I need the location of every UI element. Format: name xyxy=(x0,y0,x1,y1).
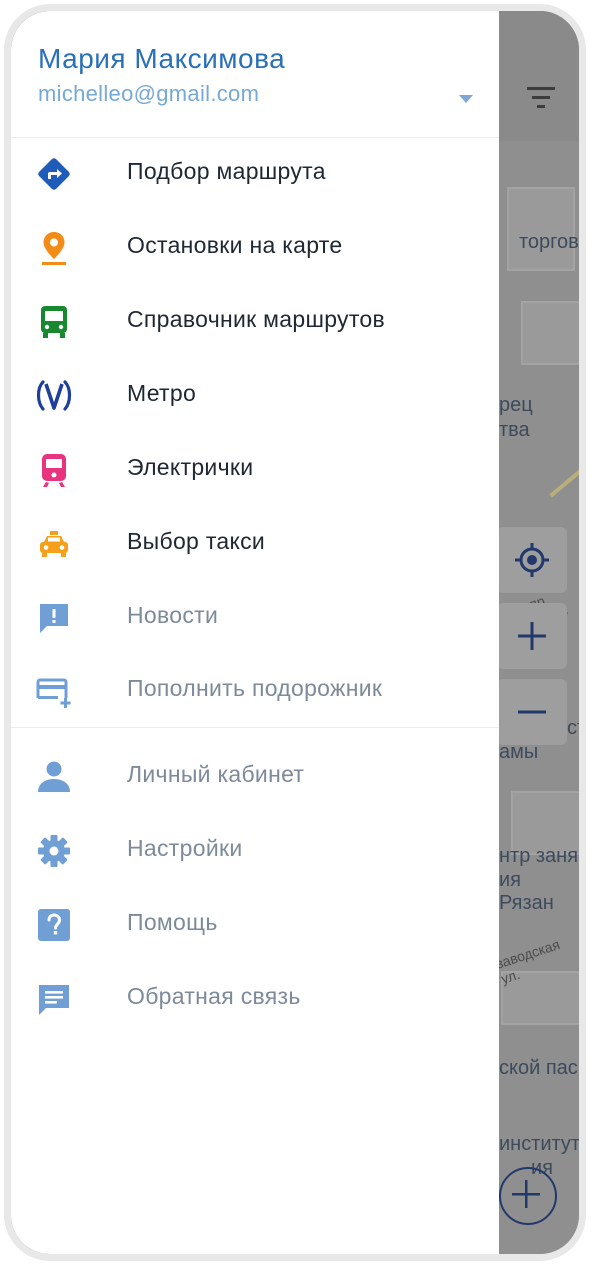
navigation-drawer: Мария Максимова michelleo@gmail.com Подб… xyxy=(11,11,499,1254)
plus-icon xyxy=(518,622,546,650)
map-label: тва xyxy=(499,419,530,441)
account-dropdown-icon[interactable] xyxy=(459,95,473,103)
menu-item-label: Настройки xyxy=(127,835,243,861)
minus-icon xyxy=(518,710,546,714)
map-label: нтр заня xyxy=(499,845,579,867)
menu-item-label: Остановки на карте xyxy=(127,232,343,258)
menu-item-stops-map[interactable]: Остановки на карте xyxy=(11,215,499,279)
menu-item-route-planner[interactable]: Подбор маршрута xyxy=(11,141,499,205)
user-email: michelleo@gmail.com xyxy=(38,81,260,106)
phone-frame: торгов рец тва ст амы нтр заня ия Рязан … xyxy=(0,0,598,1271)
plus-icon xyxy=(512,1180,540,1208)
menu-item-route-directory[interactable]: Справочник маршрутов xyxy=(11,289,499,353)
menu-item-settings[interactable]: Настройки xyxy=(11,818,499,882)
gear-icon xyxy=(35,832,73,870)
card-add-icon xyxy=(35,672,73,710)
target-icon xyxy=(515,543,549,577)
menu-item-trains[interactable]: Электрички xyxy=(11,437,499,501)
user-name: Мария Максимова xyxy=(38,43,286,74)
map-label: ия Рязан xyxy=(499,869,554,914)
menu-item-label: Выбор такси xyxy=(127,528,266,554)
menu-item-metro[interactable]: Метро xyxy=(11,363,499,427)
my-location-button[interactable] xyxy=(497,527,567,593)
menu-item-top-up-card[interactable]: Пополнить подорожник xyxy=(11,658,499,722)
menu-item-label: Помощь xyxy=(127,909,218,935)
taxi-icon xyxy=(35,525,73,563)
menu-item-label: Электрички xyxy=(127,454,254,480)
menu-item-news[interactable]: Новости xyxy=(11,585,499,649)
filter-icon[interactable] xyxy=(525,85,557,111)
bus-icon xyxy=(35,303,73,341)
menu-divider xyxy=(11,727,499,728)
menu-item-taxi[interactable]: Выбор такси xyxy=(11,511,499,575)
menu-item-label: Справочник маршрутов xyxy=(127,306,386,332)
zoom-in-button[interactable] xyxy=(497,603,567,669)
app-screen: торгов рец тва ст амы нтр заня ия Рязан … xyxy=(4,4,586,1261)
train-icon xyxy=(35,451,73,489)
menu-item-feedback[interactable]: Обратная связь xyxy=(11,966,499,1030)
menu-item-label: Личный кабинет xyxy=(127,761,305,787)
help-icon xyxy=(35,906,73,944)
menu-item-profile[interactable]: Личный кабинет xyxy=(11,744,499,808)
map-pin-icon xyxy=(35,229,73,267)
feedback-icon xyxy=(35,980,73,1018)
news-icon xyxy=(35,599,73,637)
map-label: ской пас xyxy=(499,1057,578,1079)
menu-item-label: Новости xyxy=(127,602,219,628)
person-icon xyxy=(35,758,73,796)
menu-item-label: Обратная связь xyxy=(127,983,301,1009)
route-icon xyxy=(35,155,73,193)
menu-item-label: Подбор маршрута xyxy=(127,158,326,184)
menu-item-help[interactable]: Помощь xyxy=(11,892,499,956)
zoom-out-button[interactable] xyxy=(497,679,567,745)
menu-item-label: Метро xyxy=(127,380,197,406)
metro-icon xyxy=(35,377,73,415)
map-label: торгов xyxy=(519,231,579,253)
drawer-header[interactable]: Мария Максимова michelleo@gmail.com xyxy=(11,11,499,138)
map-label: ст xyxy=(567,717,586,739)
map-label: институт xyxy=(499,1133,581,1155)
map-label: рец xyxy=(499,394,533,416)
add-fab-button[interactable] xyxy=(499,1167,557,1225)
menu-item-label: Пополнить подорожник xyxy=(127,675,383,701)
